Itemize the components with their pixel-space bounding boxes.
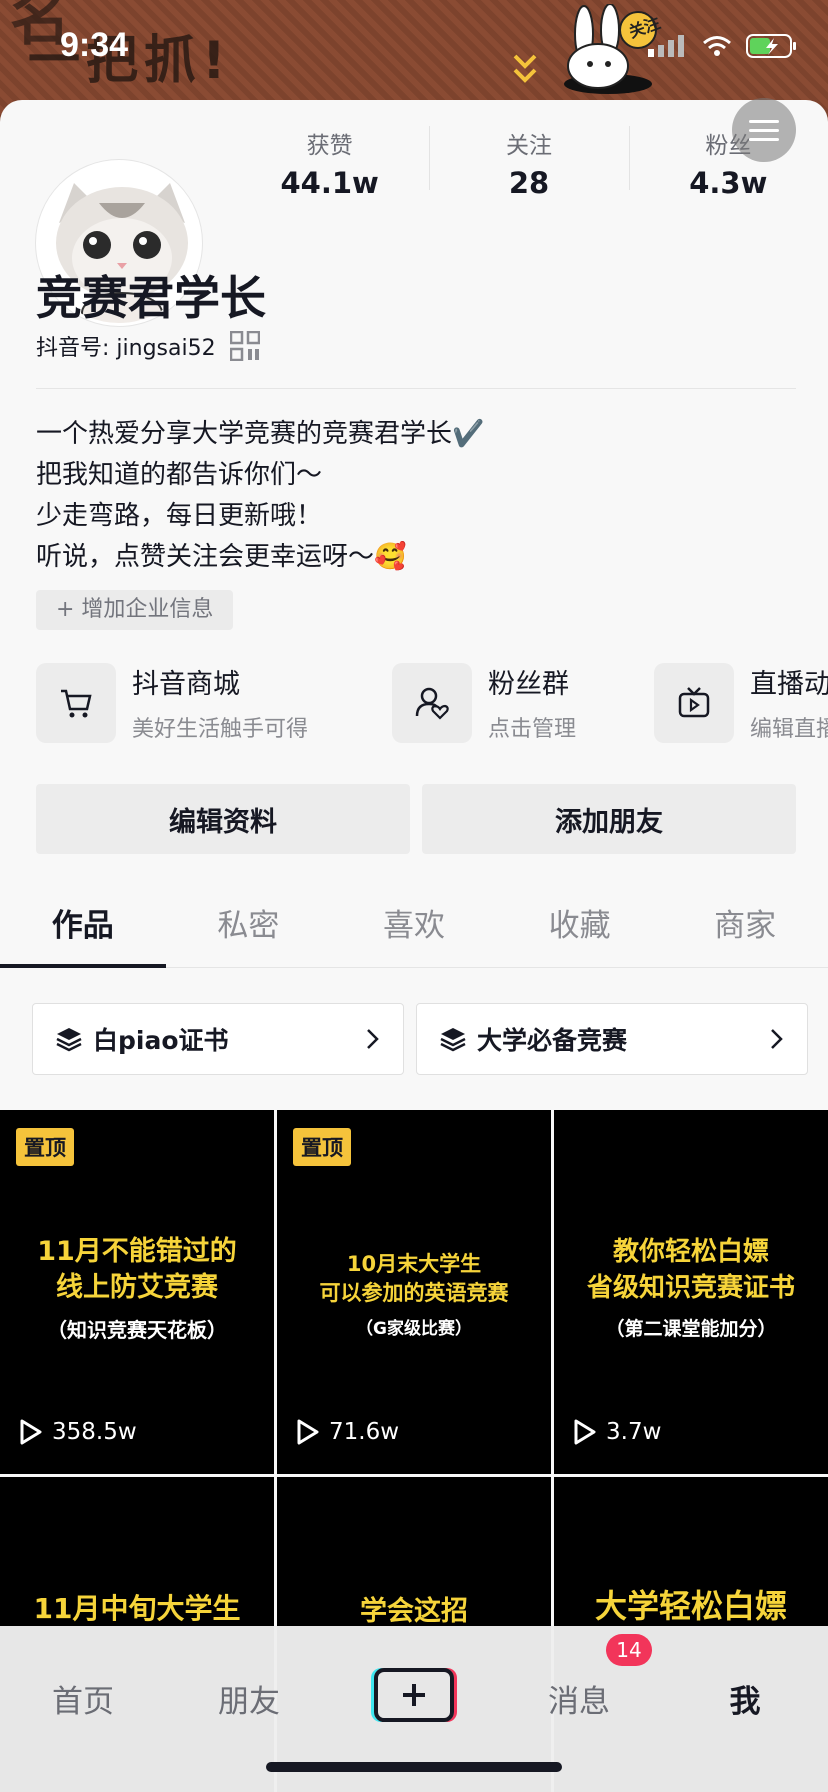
nav-me[interactable]: 我	[662, 1676, 828, 1721]
cart-icon	[36, 662, 116, 743]
status-time: 9:34	[60, 26, 129, 64]
add-enterprise-info-button[interactable]: + 增加企业信息	[36, 590, 234, 630]
tab-private[interactable]: 私密	[166, 876, 332, 967]
bio-line: 听说，点赞关注会更幸运呀～🥰	[36, 542, 407, 572]
play-icon	[297, 1419, 319, 1445]
play-icon	[20, 1419, 42, 1445]
pinned-badge: 置顶	[16, 1128, 74, 1166]
stat-label: 获赞	[306, 133, 353, 159]
banner-text: 一把抓!	[28, 31, 232, 91]
collection-label: 大学必备竞赛	[477, 1026, 628, 1055]
layers-icon	[56, 1028, 82, 1052]
video-title: 11月不能错过的 线上防艾竞赛	[37, 1236, 237, 1303]
hamburger-line	[749, 137, 779, 141]
battery-icon	[746, 34, 796, 58]
play-icon	[574, 1419, 596, 1445]
service-title: 粉丝群	[488, 669, 569, 700]
qr-code-icon[interactable]	[229, 331, 260, 361]
stat-value: 28	[508, 166, 550, 200]
hamburger-icon	[749, 119, 779, 123]
chevron-right-icon	[771, 1029, 783, 1049]
nickname: 竞赛君学长	[36, 271, 266, 325]
tab-merchant[interactable]: 商家	[662, 876, 828, 967]
layers-icon	[440, 1028, 466, 1052]
video-title: 学会这招	[360, 1596, 468, 1627]
bio-line: 少走弯路，每日更新哦！	[36, 501, 323, 531]
nav-home[interactable]: 首页	[0, 1676, 166, 1721]
video-title: 大学轻松白嫖	[594, 1587, 787, 1625]
video-title: 教你轻松白嫖 省级知识竞赛证书	[586, 1237, 795, 1303]
stat-value: 44.1w	[280, 166, 379, 200]
video-subtitle: （知识竞赛天花板）	[47, 1318, 227, 1342]
content-tabs: 作品 私密 喜欢 收藏 商家	[0, 876, 828, 968]
edit-profile-button[interactable]: 编辑资料	[36, 784, 410, 854]
service-live[interactable]: 直播动态 编辑直播	[654, 662, 828, 743]
service-subtitle: 编辑直播	[750, 717, 828, 742]
home-indicator	[266, 1762, 562, 1772]
chevron-right-icon	[367, 1029, 379, 1049]
collection-label: 白piao证书	[93, 1026, 229, 1055]
plus-icon	[403, 1684, 425, 1706]
divider	[36, 388, 796, 389]
stat-label: 关注	[505, 133, 552, 159]
stat-value: 4.3w	[689, 166, 768, 200]
stat-likes[interactable]: 获赞 44.1w	[230, 126, 429, 200]
service-title: 直播动态	[750, 669, 828, 700]
douyin-id: 抖音号: jingsai52	[36, 336, 216, 361]
service-title: 抖音商城	[132, 669, 240, 700]
services-row: 抖音商城 美好生活触手可得 粉丝群 点击管理 直播动态 编辑直播	[36, 662, 828, 746]
service-subtitle: 点击管理	[488, 717, 577, 742]
collection-card[interactable]: 大学必备竞赛	[416, 1003, 808, 1075]
video-thumbnail[interactable]: 教你轻松白嫖 省级知识竞赛证书 （第二课堂能加分） 3.7w	[554, 1110, 828, 1474]
fan-group-icon	[392, 662, 472, 743]
add-friend-button[interactable]: 添加朋友	[422, 784, 796, 854]
nav-friends[interactable]: 朋友	[166, 1676, 332, 1721]
service-shop[interactable]: 抖音商城 美好生活触手可得	[36, 662, 308, 743]
live-icon	[654, 662, 734, 743]
pinned-badge: 置顶	[293, 1128, 351, 1166]
view-count-value: 3.7w	[606, 1419, 662, 1445]
video-subtitle: （第二课堂能加分）	[605, 1318, 777, 1340]
video-thumbnail[interactable]: 置顶 11月不能错过的 线上防艾竞赛 （知识竞赛天花板） 358.5w	[0, 1110, 274, 1474]
menu-button[interactable]	[732, 98, 796, 162]
stat-label: 粉丝	[705, 133, 752, 159]
view-count: 3.7w	[572, 1418, 661, 1446]
tab-favorites[interactable]: 收藏	[497, 876, 663, 967]
video-title: 10月末大学生 可以参加的英语竞赛	[319, 1252, 509, 1305]
view-count-value: 71.6w	[329, 1419, 400, 1445]
video-title: 11月中旬大学生	[33, 1592, 241, 1625]
video-subtitle: （G家级比赛）	[356, 1319, 472, 1339]
douyin-id-row: 抖音号: jingsai52	[36, 330, 260, 362]
cellular-signal-icon	[648, 35, 684, 57]
create-button[interactable]	[374, 1668, 454, 1722]
tab-likes[interactable]: 喜欢	[331, 876, 497, 967]
stat-following[interactable]: 关注 28	[429, 126, 628, 200]
bio-line: 把我知道的都告诉你们～	[36, 460, 323, 490]
service-fan-group[interactable]: 粉丝群 点击管理	[392, 662, 576, 743]
collection-card[interactable]: 白piao证书	[32, 1003, 404, 1075]
nav-messages[interactable]: 消息	[496, 1676, 662, 1721]
view-count: 358.5w	[18, 1418, 137, 1446]
view-count: 71.6w	[295, 1418, 399, 1446]
bio: 一个热爱分享大学竞赛的竞赛君学长✔️ 把我知道的都告诉你们～ 少走弯路，每日更新…	[36, 414, 484, 578]
message-badge: 14	[606, 1634, 652, 1666]
tab-works[interactable]: 作品	[0, 876, 166, 968]
down-arrows-icon	[513, 54, 537, 83]
wifi-icon	[703, 36, 731, 56]
bio-line: 一个热爱分享大学竞赛的竞赛君学长✔️	[36, 419, 485, 449]
hamburger-line	[749, 128, 779, 132]
service-subtitle: 美好生活触手可得	[132, 717, 309, 742]
video-thumbnail[interactable]: 置顶 10月末大学生 可以参加的英语竞赛 （G家级比赛） 71.6w	[277, 1110, 551, 1474]
view-count-value: 358.5w	[52, 1419, 137, 1445]
stat-followers[interactable]: 粉丝 4.3w	[628, 126, 828, 200]
status-icons	[648, 34, 798, 58]
